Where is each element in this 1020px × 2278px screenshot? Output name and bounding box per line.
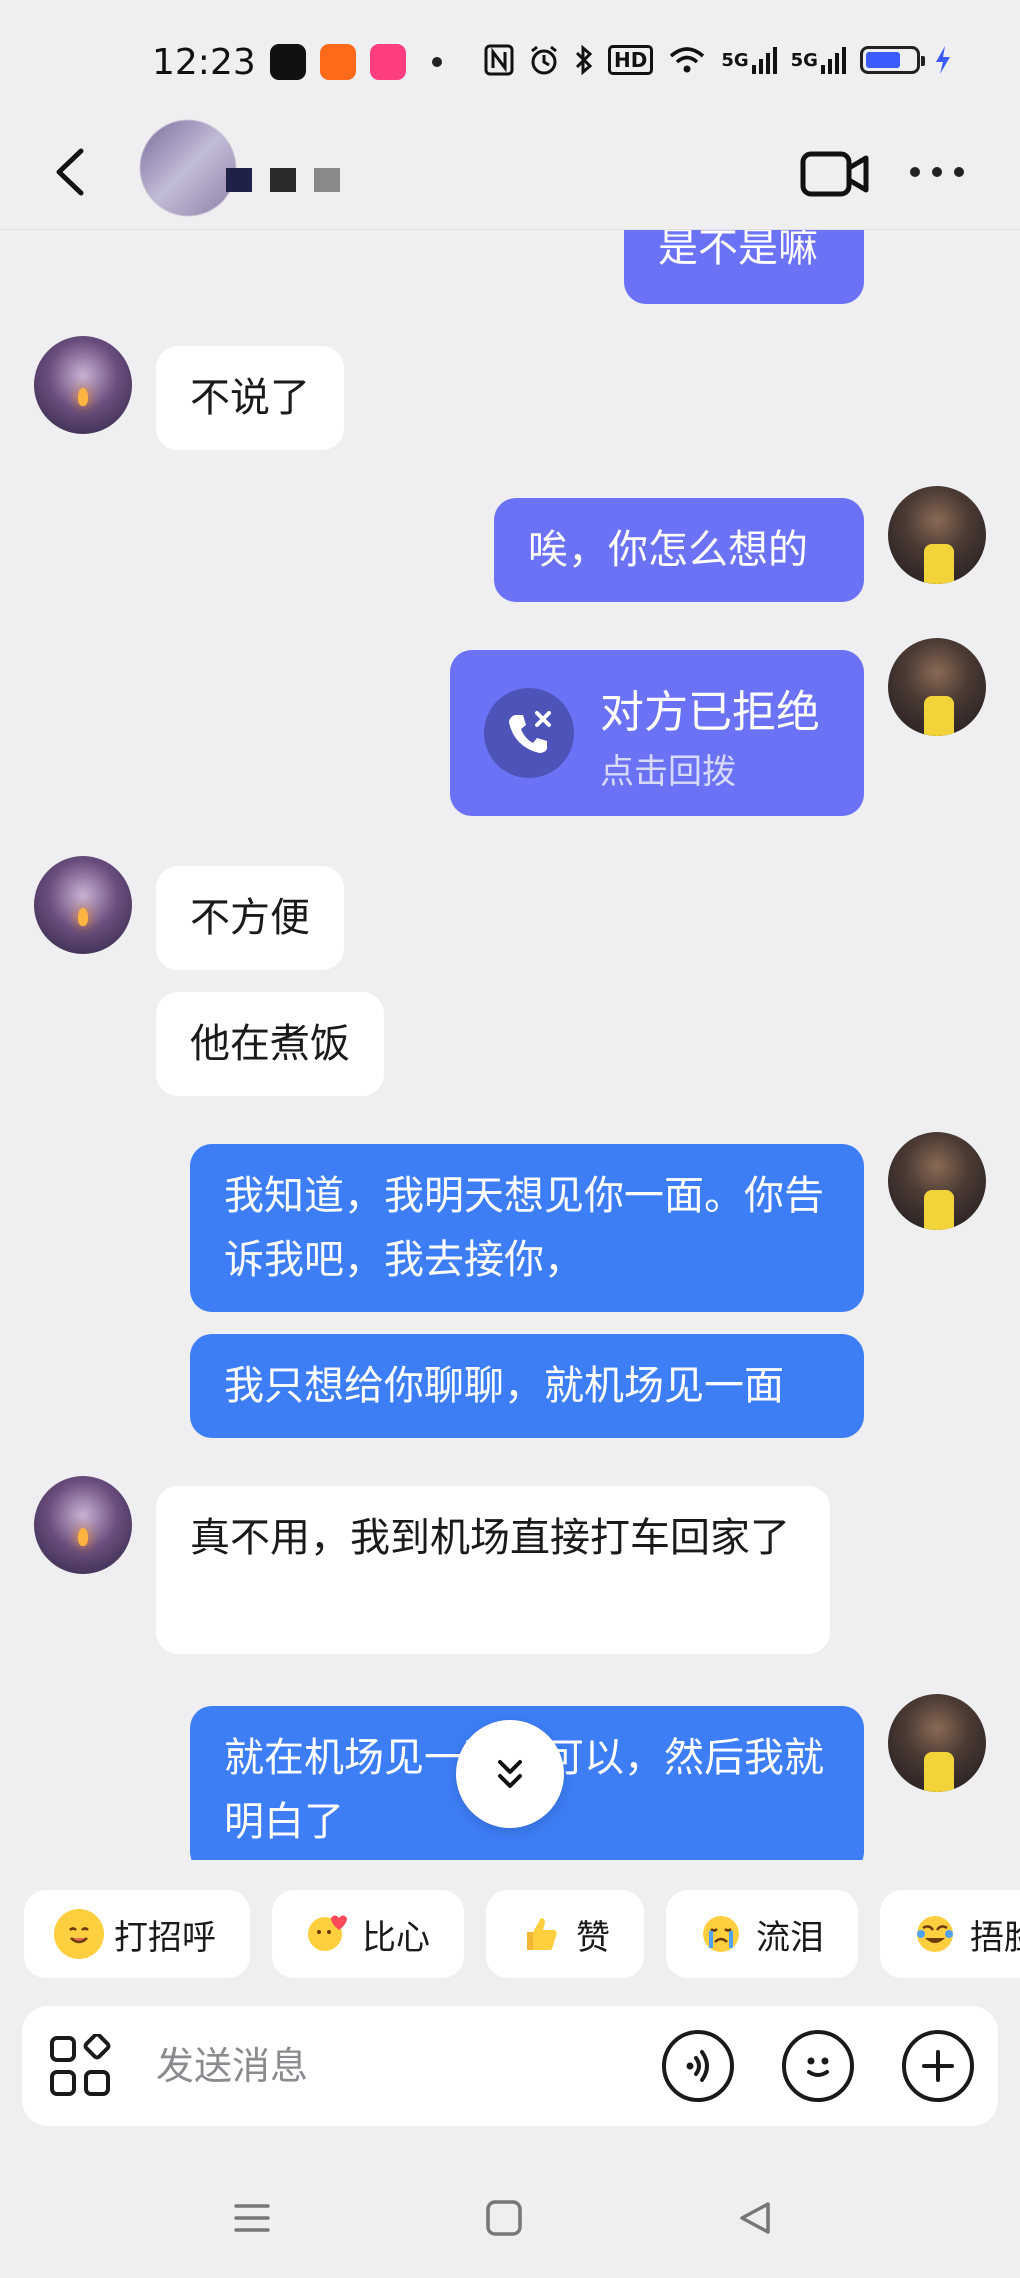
thumbs-up-emoji-icon [516,1909,566,1959]
nfc-icon [484,42,514,78]
message-text: 真不用，我到机场直接打车回家了 [190,1515,790,1561]
my-message-avatar[interactable] [888,1132,986,1230]
signal-5g-icon: 5G [721,42,777,78]
message-bubble-incoming[interactable]: 真不用，我到机场直接打车回家了 [156,1486,830,1654]
emoji-button[interactable] [782,2030,854,2102]
double-chevron-down-icon [498,1760,522,1788]
message-text: 他在煮饭 [190,1021,350,1067]
video-camera-icon [800,151,869,197]
peer-name-redacted [226,168,340,192]
app-notification-icon [320,44,356,80]
quick-reply-chip[interactable]: 流泪 [666,1890,858,1978]
quick-reply-label: 比心 [362,1917,430,1958]
redacted-block [270,168,296,192]
message-bubble-incoming[interactable]: 他在煮饭 [156,992,384,1096]
finger-heart-emoji-icon [302,1909,352,1959]
dot [954,167,964,177]
square-icon [486,2200,522,2236]
redacted-block [314,168,340,192]
more-options-button[interactable] [910,160,970,184]
network-type-label: 5G [790,49,818,71]
peer-message-avatar[interactable] [34,1476,132,1574]
plus-icon [922,2050,954,2082]
message-list[interactable]: 是不是嘛 不说了 唉，你怎么想的 对方已拒绝 点击回拨 不方便 他在煮饭 我知道… [0,230,1020,1860]
quick-reply-label: 赞 [576,1917,610,1958]
apps-button[interactable] [48,2032,112,2098]
quick-reply-chip[interactable]: 赞 [486,1890,644,1978]
back-button[interactable] [40,142,100,202]
message-input-bar [22,2006,998,2126]
quick-reply-bar[interactable]: 打招呼 比心 赞 流泪 捂脸 [24,1890,1020,1978]
home-button[interactable] [474,2188,534,2248]
message-text: 唉，你怎么想的 [528,527,808,573]
chevron-left-icon [56,148,84,196]
call-back-link[interactable]: 点击回拨 [600,744,736,793]
network-type-label: 5G [721,49,749,71]
crying-emoji-icon [696,1909,746,1959]
peer-message-avatar[interactable] [34,336,132,434]
message-bubble-outgoing[interactable]: 唉，你怎么想的 [494,498,864,602]
message-bubble-outgoing[interactable]: 我只想给你聊聊，就机场见一面 [190,1334,864,1438]
system-back-button[interactable] [726,2188,786,2248]
app-notification-icon [370,44,406,80]
more-attachments-button[interactable] [902,2030,974,2102]
signal-5g-icon: 5G [791,42,846,78]
my-message-avatar[interactable] [888,638,986,736]
peer-avatar[interactable] [140,120,236,216]
message-input[interactable] [156,2036,636,2096]
message-text: 是不是嘛 [658,230,818,271]
call-declined-icon [484,688,574,778]
alarm-icon [528,42,560,78]
wifi-icon [667,42,707,78]
smile-wave-emoji-icon [54,1909,104,1959]
my-message-avatar[interactable] [888,1694,986,1792]
voice-wave-icon [686,2050,709,2082]
redacted-block [226,168,252,192]
app-notification-icon [270,44,306,80]
system-navigation-bar [0,2160,1020,2278]
message-text: 不说了 [190,375,310,421]
battery-icon [859,46,925,74]
notification-icons [270,44,442,80]
message-text: 我只想给你聊聊，就机场见一面 [224,1363,784,1409]
status-bar: 12:23 HD 5G 5G [0,0,1020,120]
chat-header [0,120,1020,230]
call-card-title: 对方已拒绝 [600,687,820,738]
quick-reply-label: 捂脸 [970,1917,1020,1958]
voice-message-button[interactable] [662,2030,734,2102]
more-notifications-dot-icon [432,57,442,67]
apps-grid-icon [50,2032,111,2096]
dot [910,167,920,177]
emoji-face-icon [807,2057,829,2077]
triangle-back-icon [740,2202,770,2234]
recent-apps-button[interactable] [222,2188,282,2248]
call-rejected-card[interactable]: 对方已拒绝 点击回拨 [450,650,864,816]
hd-icon: HD [608,45,654,75]
message-bubble-outgoing[interactable]: 我知道，我明天想见你一面。你告诉我吧，我去接你， [190,1144,864,1312]
quick-reply-chip[interactable]: 比心 [272,1890,464,1978]
quick-reply-label: 流泪 [756,1917,824,1958]
quick-reply-chip[interactable]: 捂脸 [880,1890,1020,1978]
message-bubble-incoming[interactable]: 不方便 [156,866,344,970]
system-status-icons: HD 5G 5G [484,42,952,78]
message-text: 我知道，我明天想见你一面。你告诉我吧，我去接你， [224,1173,824,1283]
dot [932,167,942,177]
message-text: 不方便 [190,895,310,941]
message-bubble-incoming[interactable]: 不说了 [156,346,344,450]
peer-message-avatar[interactable] [34,856,132,954]
facepalm-emoji-icon [910,1909,960,1959]
status-time: 12:23 [152,42,256,83]
quick-reply-label: 打招呼 [114,1917,216,1958]
my-message-avatar[interactable] [888,486,986,584]
menu-lines-icon [234,2204,270,2232]
bluetooth-icon [574,42,594,78]
scroll-to-bottom-button[interactable] [456,1720,564,1828]
message-bubble-outgoing[interactable]: 是不是嘛 [624,230,864,304]
charging-icon [934,42,952,78]
quick-reply-chip[interactable]: 打招呼 [24,1890,250,1978]
video-call-button[interactable] [800,146,870,202]
